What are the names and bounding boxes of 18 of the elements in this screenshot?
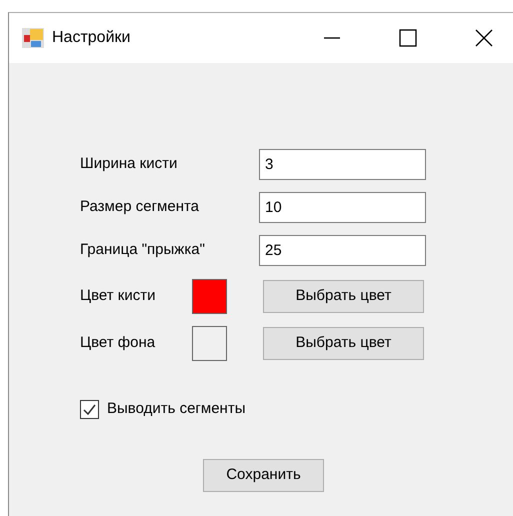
field-label: Размер сегмента xyxy=(80,197,200,218)
text-field[interactable]: 25 xyxy=(259,235,426,266)
maximize-icon xyxy=(398,28,418,48)
text-field[interactable]: 10 xyxy=(259,192,426,223)
window-title: Настройки xyxy=(52,28,132,48)
minimize-icon xyxy=(324,37,340,39)
save-button[interactable]: Сохранить xyxy=(203,458,324,492)
field-label: Ширина кисти xyxy=(80,154,178,174)
close-icon xyxy=(474,28,494,48)
checkbox-label: Выводить сегменты xyxy=(107,399,246,419)
choose-color-button[interactable]: Выбрать цвет xyxy=(263,280,424,313)
color-label: Цвет фона xyxy=(80,333,156,354)
checkbox[interactable] xyxy=(80,400,99,419)
text-field[interactable]: 3 xyxy=(259,149,426,180)
app-icon xyxy=(22,28,44,48)
choose-color-button[interactable]: Выбрать цвет xyxy=(263,327,424,360)
field-label: Граница "прыжка" xyxy=(80,240,206,260)
color-label: Цвет кисти xyxy=(80,286,156,306)
